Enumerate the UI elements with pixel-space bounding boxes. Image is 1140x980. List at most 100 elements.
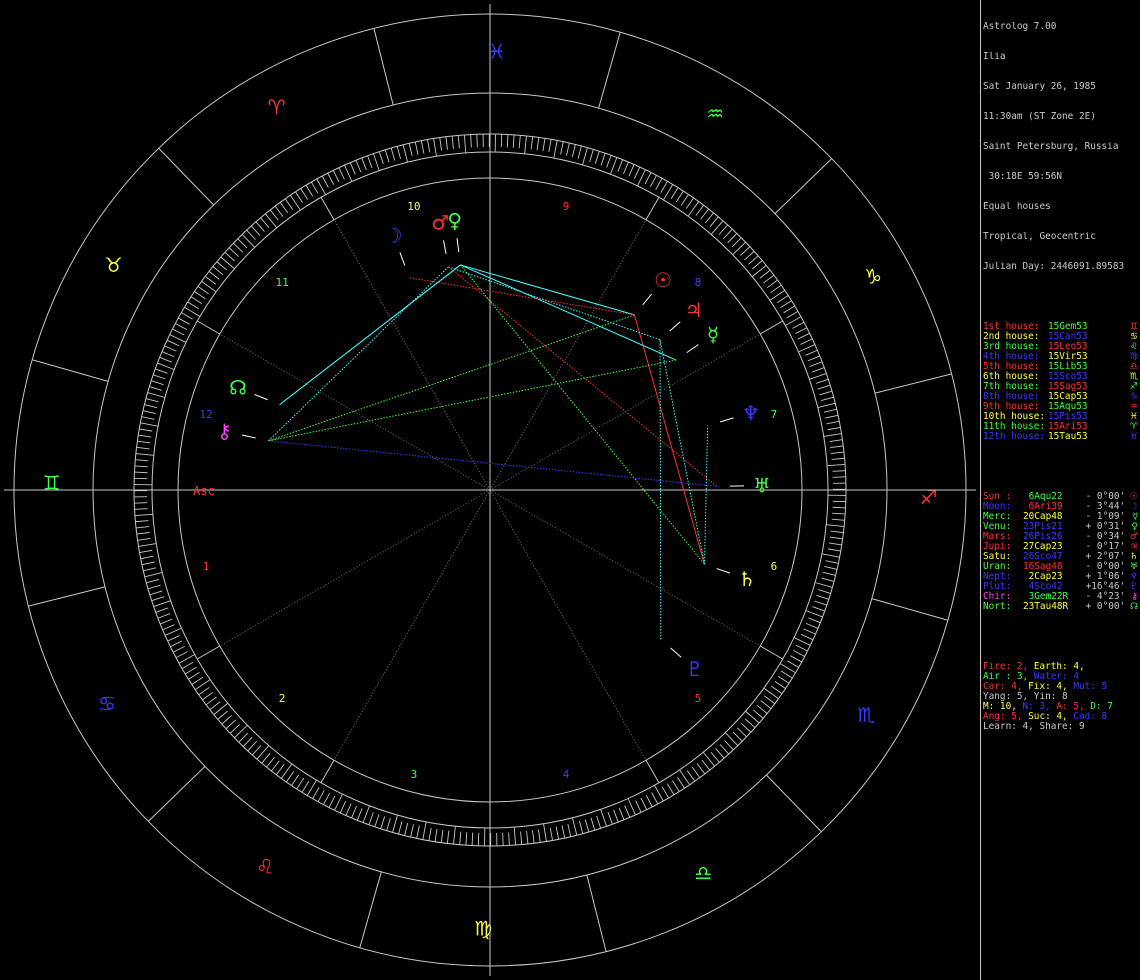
summary-segment: Earth: 4, [1033, 662, 1085, 672]
scorpio-icon: ♏ [857, 703, 875, 727]
house-position: 15Tau53 [1048, 431, 1088, 442]
leo-icon: ♌ [1129, 342, 1138, 352]
summary-line: Fire: 2, Earth: 4, [983, 662, 1140, 672]
summary-segment: D: 7 [1090, 702, 1113, 712]
north-node-icon: ☊ [1130, 602, 1138, 612]
virgo-icon: ♍ [1129, 352, 1138, 362]
house-number: 1 [203, 560, 210, 573]
planet-row: Nort: 23Tau48R + 0°00' ☊ [983, 601, 1140, 613]
summary-segment: Water: 4 [1033, 672, 1079, 682]
summary-segment: Air : 3, [983, 672, 1034, 682]
scorpio-icon: ♏ [1129, 372, 1138, 382]
chart-coords: 30:18E 59:56N [983, 172, 1063, 182]
aquarius-icon: ♒ [1129, 402, 1138, 412]
chiron-icon: ⚷ [1131, 592, 1138, 602]
summary-segment: Suc: 4, [1028, 712, 1074, 722]
leo-icon: ♌ [256, 854, 274, 878]
chart-name: Ilia [983, 52, 1006, 62]
aries-icon: ♈ [268, 95, 286, 119]
house-number: 12 [199, 408, 212, 421]
house-number: 2 [279, 692, 286, 705]
libra-icon: ♎ [694, 861, 712, 885]
house-number: 5 [695, 692, 702, 705]
north-node-icon: ☊ [229, 376, 247, 400]
summary-segment: Fix: 4, [1028, 682, 1074, 692]
chart-time: 11:30am (ST Zone 2E) [983, 112, 1096, 122]
panel-divider [980, 0, 981, 980]
saturn-icon: ♄ [1129, 552, 1138, 562]
venus-icon: ♀ [1131, 522, 1138, 532]
sagittarius-icon: ♐ [1129, 382, 1138, 392]
summary-segment: Yang: 5, Yin: 8 [983, 692, 1068, 702]
pluto-icon: ♇ [686, 657, 704, 681]
cancer-icon: ♋ [98, 691, 116, 715]
chart-date: Sat January 26, 1985 [983, 82, 1096, 92]
cancer-icon: ♋ [1129, 332, 1138, 342]
house-number: 9 [563, 200, 570, 213]
taurus-icon: ♉ [105, 253, 123, 277]
zodiac-type: Tropical, Geocentric [983, 232, 1096, 242]
summary-segment: Ang: 5, [983, 712, 1029, 722]
planet-aspect: + 0°00' [1080, 601, 1126, 612]
element-summary: Fire: 2, Earth: 4, Air : 3, Water: 4 Car: … [983, 662, 1140, 732]
summary-line: Car: 4, Fix: 4, Mut: 5 [983, 682, 1140, 692]
house-number: 3 [411, 768, 418, 781]
summary-segment: N: 3, [1022, 702, 1057, 712]
house-system: Equal houses [983, 202, 1051, 212]
gemini-icon: ♊ [43, 471, 61, 495]
jupiter-icon: ♃ [685, 298, 703, 322]
planet-label: Nort: [983, 601, 1012, 612]
house-number: 4 [563, 768, 570, 781]
saturn-icon: ♄ [738, 567, 756, 591]
planet-position-list: Sun : 6Aqu22 - 0°00' ☉ Moon: 6Ari39 - 3°44… [983, 492, 1140, 613]
summary-segment: M: 10, [983, 702, 1023, 712]
neptune-icon: ♆ [742, 401, 760, 425]
chiron-icon: ⚷ [217, 419, 232, 443]
venus-icon: ♀ [447, 208, 462, 232]
uranus-icon: ♅ [753, 474, 771, 498]
house-label: 12th house: [983, 431, 1046, 442]
app-title: Astrolog 7.00 [983, 22, 1057, 32]
taurus-icon: ♉ [1129, 432, 1138, 442]
pluto-icon: ♇ [1129, 582, 1138, 592]
summary-line: Air : 3, Water: 4 [983, 672, 1140, 682]
summary-line: Learn: 4, Share: 9 [983, 722, 1140, 732]
mars-icon: ♂ [431, 211, 449, 235]
chart-wheel-svg: ♊♉♈♓♒♑♐♏♎♍♌♋123 456789101112Asc☉☽☿♀♂♃♄♅♆♇… [0, 0, 980, 980]
house-number: 11 [275, 276, 288, 289]
moon-icon: ☽ [385, 224, 403, 248]
summary-segment: Car: 4, [983, 682, 1029, 692]
chart-wheel: ♊ ♉ ♈ ♓ ♒ ♑ ♐ ♏ ♎ ♍ ♌ ♋ 1 2 3 4 5 6 7 8 9 10 11 12 Asc ☉ ☽ ☿ ♀ ♂ ♃ ♄ ♅ ♆ ♇… [0, 0, 980, 980]
sagittarius-icon: ♐ [919, 485, 937, 509]
libra-icon: ♎ [1129, 362, 1138, 372]
planet-position: 23Tau48R [1023, 601, 1069, 612]
house-number: 10 [407, 200, 420, 213]
summary-line: Yang: 5, Yin: 8 [983, 692, 1140, 702]
summary-segment: Fire: 2, [983, 662, 1034, 672]
capricorn-icon: ♑ [864, 265, 882, 289]
sun-icon: ☉ [654, 268, 672, 292]
jupiter-icon: ♃ [1129, 542, 1138, 552]
house-cusp-list: 1st house: 15Gem53 ♊ 2nd house: 15Can53 ♋ 3rd … [983, 322, 1140, 443]
aquarius-icon: ♒ [706, 102, 724, 126]
gemini-icon: ♊ [1129, 322, 1138, 332]
mercury-icon: ☿ [1132, 512, 1138, 522]
summary-line: M: 10, N: 3, A: 5, D: 7 [983, 702, 1140, 712]
house-number: 8 [695, 276, 702, 289]
summary-segment: A: 5, [1056, 702, 1091, 712]
neptune-icon: ♆ [1129, 572, 1138, 582]
house-row: 12th house: 15Tau53 ♉ [983, 431, 1140, 443]
aries-icon: ♈ [1129, 422, 1138, 432]
summary-segment: Mut: 5 [1073, 682, 1108, 692]
uranus-icon: ♅ [1129, 562, 1138, 572]
summary-line: Ang: 5, Suc: 4, Cad: 8 [983, 712, 1140, 722]
capricorn-icon: ♑ [1129, 392, 1138, 402]
sun-icon: ☉ [1129, 492, 1138, 502]
ascendant-label: Asc [193, 484, 215, 498]
mercury-icon: ☿ [707, 322, 719, 346]
julian-day: Julian Day: 2446091.89583 [983, 262, 1125, 272]
mars-icon: ♂ [1129, 532, 1138, 542]
summary-segment: Cad: 8 [1073, 712, 1108, 722]
moon-icon: ☽ [1129, 502, 1138, 512]
summary-segment: Learn: 4, Share: 9 [983, 722, 1085, 732]
